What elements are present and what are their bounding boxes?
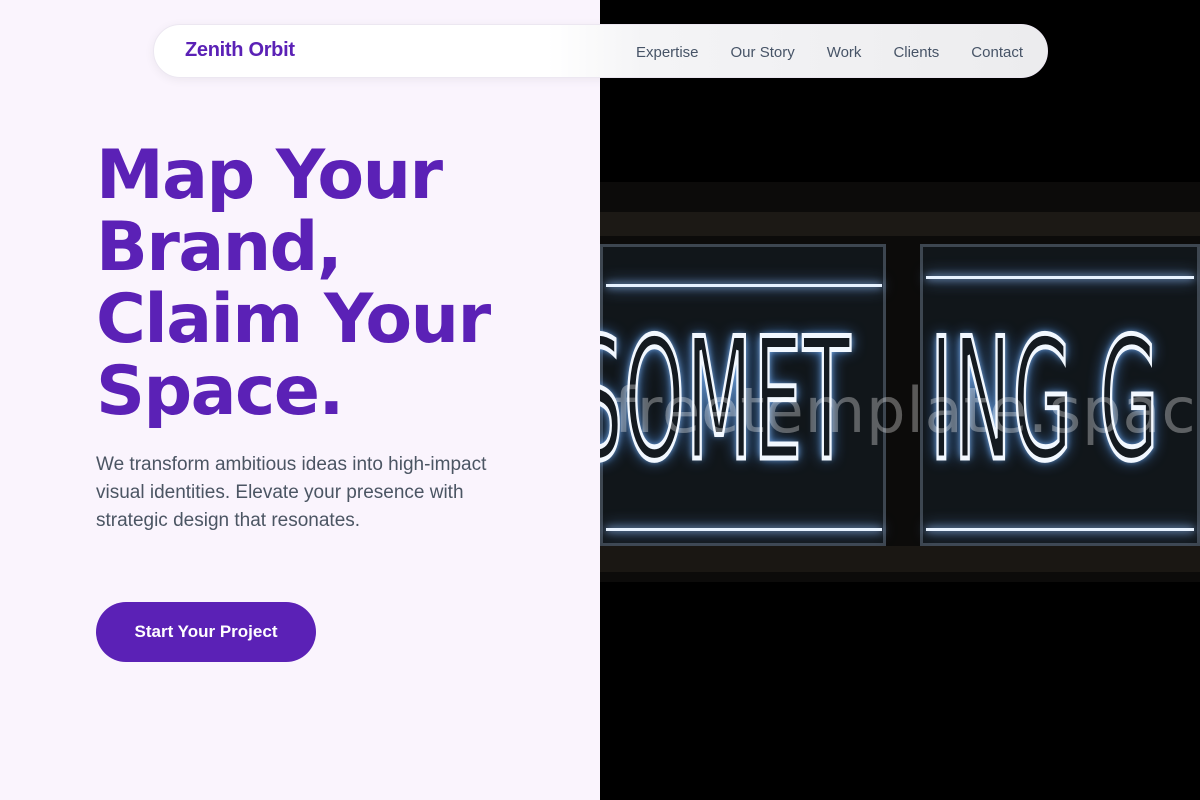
nav-links: Expertise Our Story Work Clients Contact <box>636 25 1023 79</box>
headline-line: Brand, <box>96 208 343 287</box>
headline-line: Map Your <box>96 136 443 215</box>
hero-image: SOMET ING G freetemplate.space <box>600 0 1200 800</box>
nav-link-clients[interactable]: Clients <box>893 44 939 61</box>
neon-rail <box>606 528 882 531</box>
navbar: Zenith Orbit Expertise Our Story Work Cl… <box>153 24 1048 78</box>
nav-link-work[interactable]: Work <box>827 44 862 61</box>
nav-link-contact[interactable]: Contact <box>971 44 1023 61</box>
neon-rail <box>926 276 1194 279</box>
image-watermark: freetemplate.space <box>614 374 1200 447</box>
hero-headline: Map Your Brand, Claim Your Space. <box>96 140 576 428</box>
nav-link-expertise[interactable]: Expertise <box>636 44 699 61</box>
neon-rail <box>606 284 882 287</box>
headline-line: Claim Your <box>96 280 491 359</box>
hero-subtext: We transform ambitious ideas into high-i… <box>96 454 487 531</box>
sign-frame-bottom <box>600 546 1200 572</box>
brand-logo[interactable]: Zenith Orbit <box>185 39 295 62</box>
neon-rail <box>926 528 1194 531</box>
headline-line: Space. <box>96 352 344 431</box>
start-project-button[interactable]: Start Your Project <box>96 602 316 662</box>
sign-frame-top <box>600 212 1200 236</box>
nav-link-our-story[interactable]: Our Story <box>731 44 795 61</box>
